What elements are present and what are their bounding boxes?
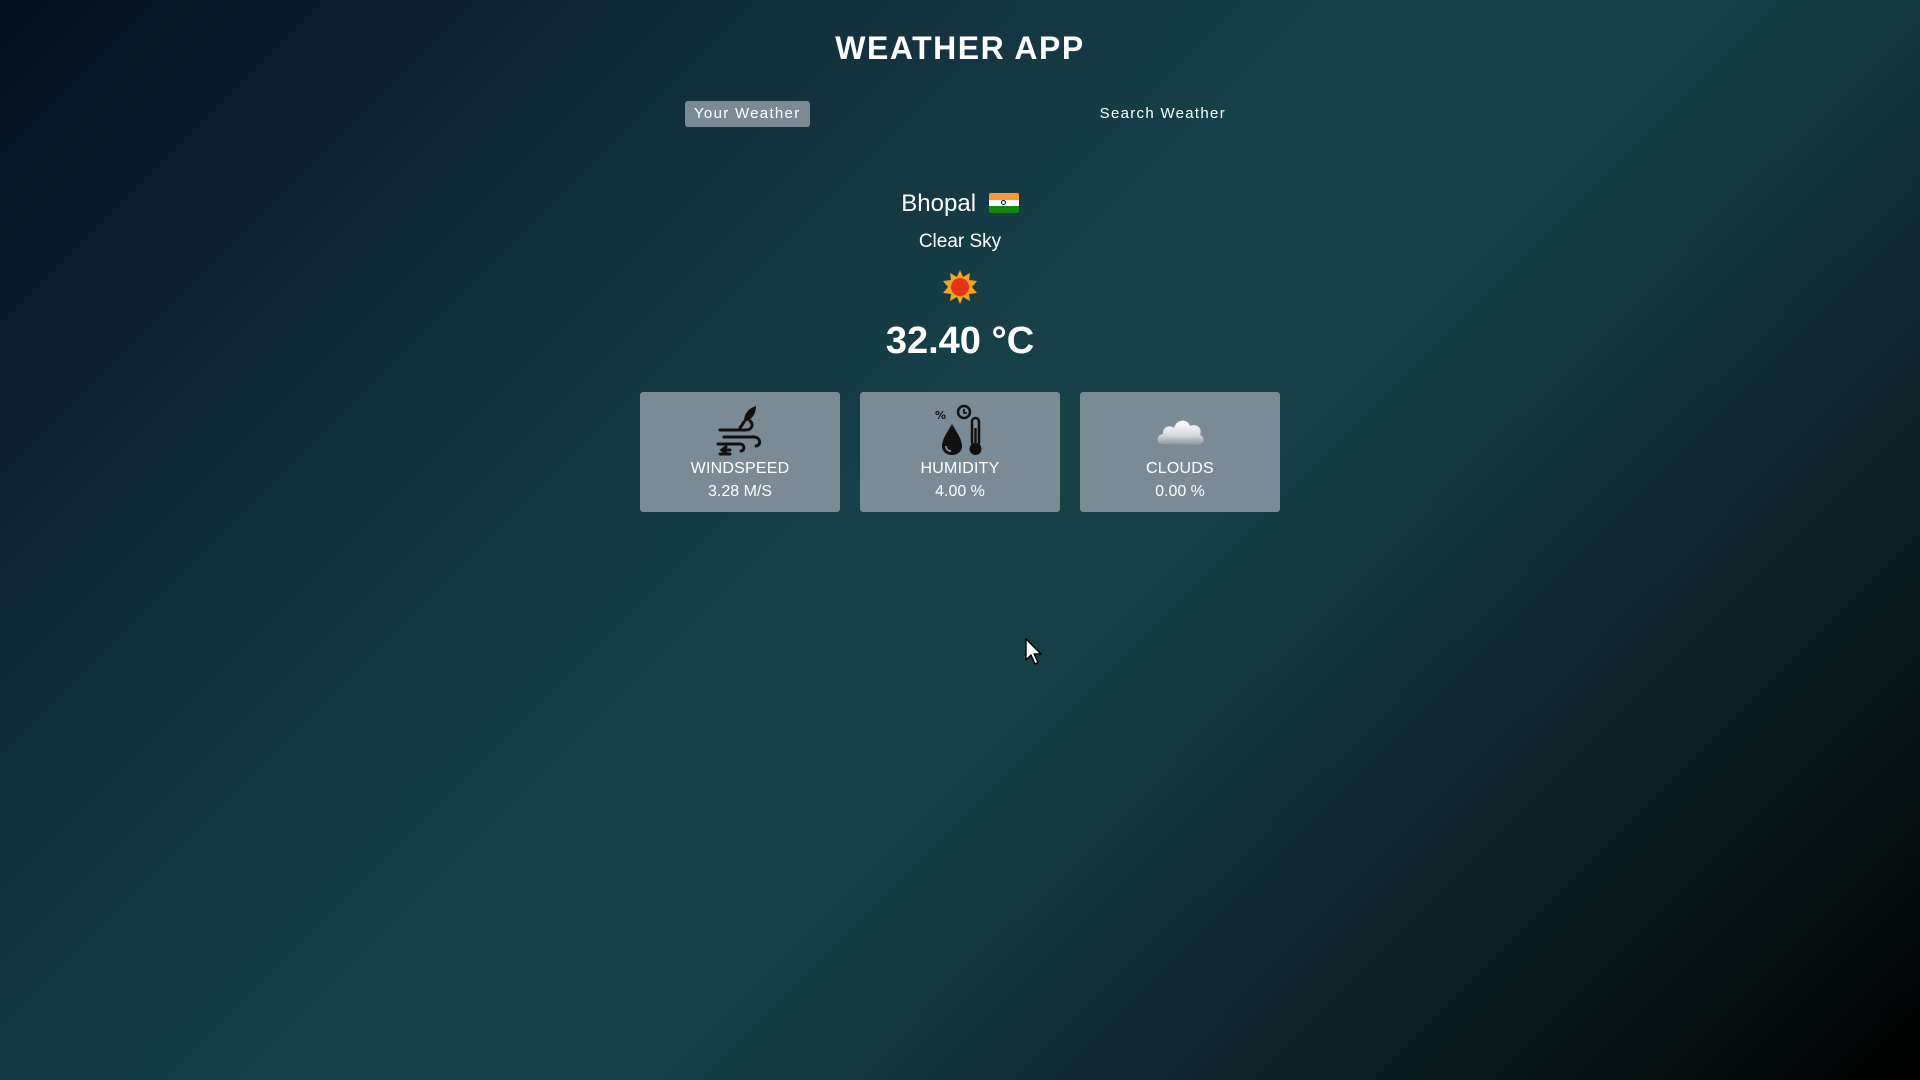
tab-bar: Your Weather Search Weather xyxy=(685,101,1235,127)
clouds-card: CLOUDS 0.00 % xyxy=(1080,392,1280,512)
humidity-value: 4.00 % xyxy=(935,483,985,500)
windspeed-value: 3.28 M/S xyxy=(707,483,773,500)
humidity-card: % HUMIDITY 4.00 % xyxy=(860,392,1060,512)
city-name: Bhopal xyxy=(901,190,977,217)
clouds-label: CLOUDS xyxy=(1146,460,1214,477)
cloud-icon xyxy=(1154,404,1206,456)
weather-condition: Clear Sky xyxy=(918,231,1002,252)
sun-icon xyxy=(942,269,978,305)
windspeed-label: WINDSPEED xyxy=(690,460,790,477)
clouds-value: 0.00 % xyxy=(1155,483,1205,500)
windspeed-card: WINDSPEED 3.28 M/S xyxy=(640,392,840,512)
svg-text:%: % xyxy=(935,409,946,422)
mouse-cursor-icon xyxy=(1025,638,1043,666)
weather-stats: WINDSPEED 3.28 M/S % HUMIDITY 4.00 % CLO… xyxy=(640,392,1280,512)
city-heading: Bhopal xyxy=(0,190,1920,218)
tab-your-weather[interactable]: Your Weather xyxy=(685,101,810,127)
tab-search-weather[interactable]: Search Weather xyxy=(1091,101,1235,127)
app-title: WEATHER APP xyxy=(835,30,1085,66)
temperature-value: 32.40 °C xyxy=(885,320,1035,362)
humidity-icon: % xyxy=(934,404,986,456)
humidity-label: HUMIDITY xyxy=(920,460,1000,477)
india-flag-icon xyxy=(988,193,1019,213)
wind-icon xyxy=(714,404,766,456)
